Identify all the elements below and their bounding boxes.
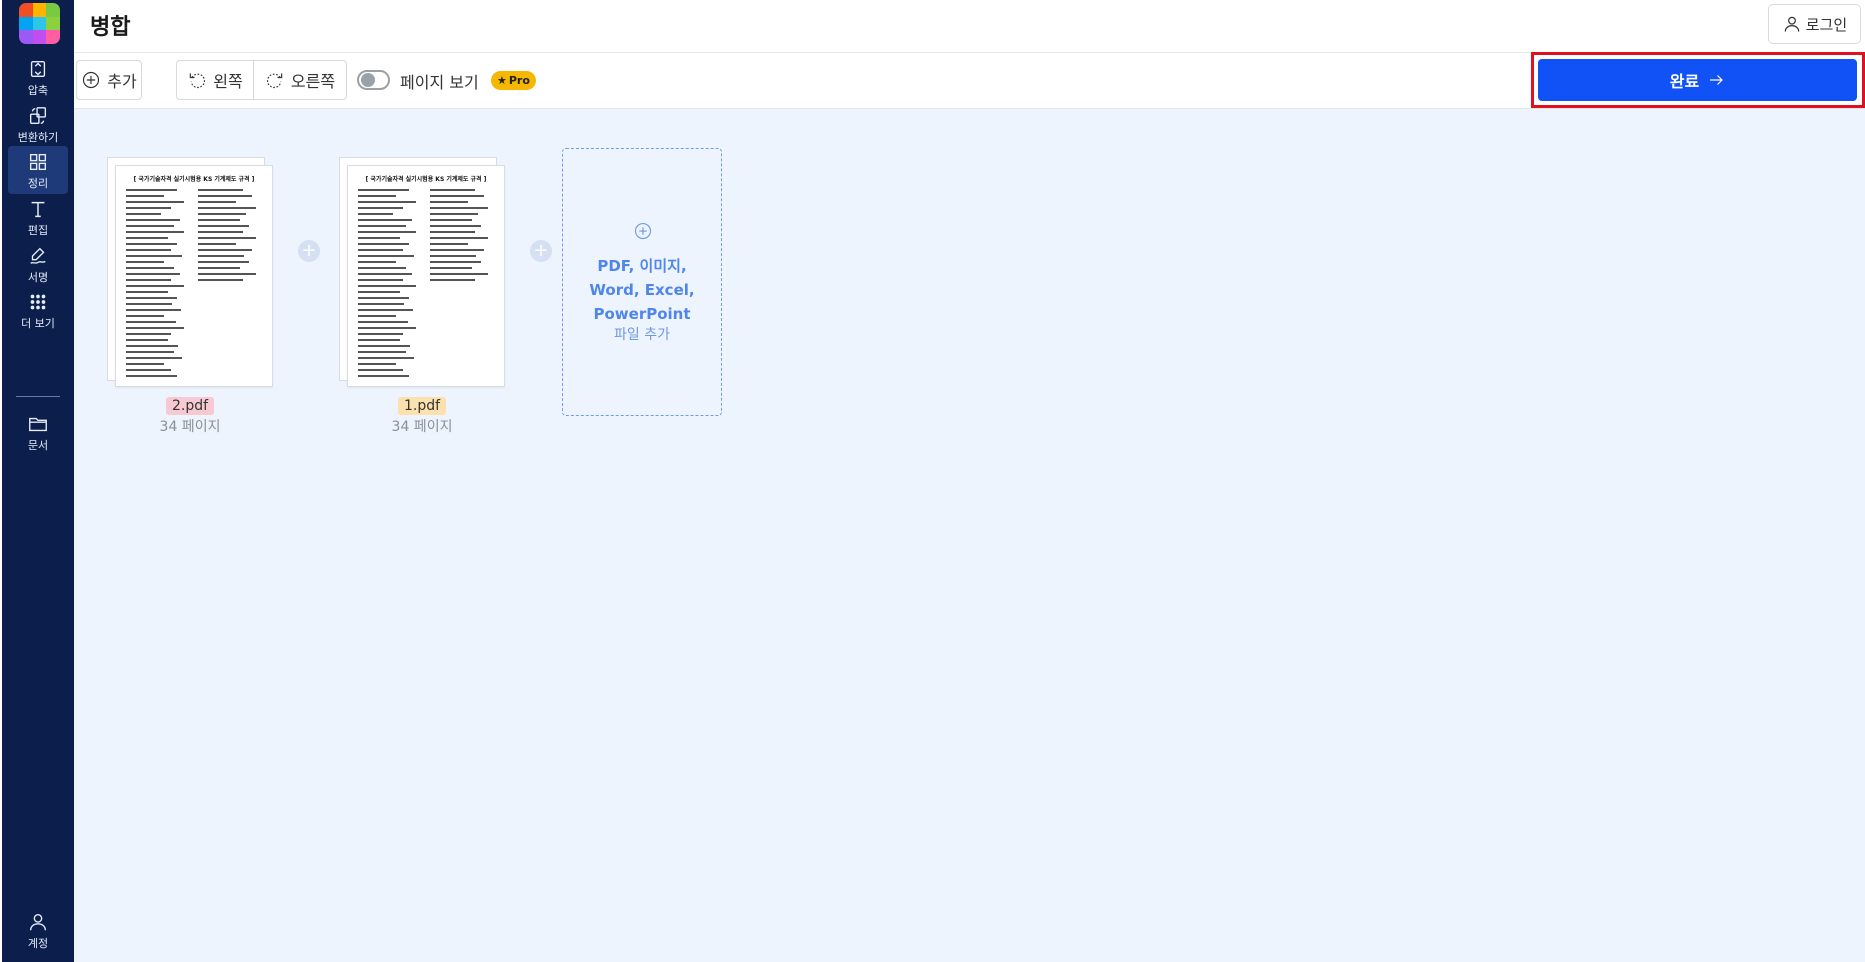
sidebar-item-label: 편집 [27,224,49,237]
rotate-right-icon [266,73,283,89]
rotate-right-label: 오른쪽 [290,72,336,91]
toggle-knob [361,73,375,87]
sidebar-item-label: 문서 [27,439,49,452]
rotate-left-icon [190,73,206,89]
sidebar-item-compress[interactable]: 압축 [8,53,68,101]
file-thumbnail[interactable]: [ 국가기술자격 실기시험용 KS 기계제도 규격 ] [339,157,505,387]
sidebar-item-label: 압축 [27,84,49,97]
convert-icon [29,107,47,125]
sidebar-item-label: 변환하기 [17,131,59,144]
add-label: 추가 [107,72,137,91]
file-page-count: 34 페이지 [391,419,453,435]
rotate-left-label: 왼쪽 [213,72,243,91]
file-name-tag: 2.pdf [165,397,215,415]
star-icon: ★ [497,74,507,87]
sidebar-item-label: 서명 [27,271,49,284]
file-page-count: 34 페이지 [159,419,221,435]
text-edit-icon [31,201,45,218]
sidebar-item-convert[interactable]: 변환하기 [8,100,68,148]
signature-icon [30,247,46,264]
sidebar-item-label: 계정 [27,937,49,950]
file-name-tag: 1.pdf [397,397,447,415]
add-file-label: 파일 추가 [614,327,670,343]
rotate-left-button[interactable]: 왼쪽 [176,60,254,100]
file-card[interactable]: [ 국가기술자격 실기시험용 KS 기계제도 규격 ] 1.pdf 34 페이지 [339,157,505,436]
sidebar-item-organize[interactable]: 정리 [8,146,68,194]
sidebar-item-documents[interactable]: 문서 [8,408,68,456]
page-title: 병합 [90,15,131,40]
login-label: 로그인 [1805,15,1848,34]
workspace: [ 국가기술자격 실기시험용 KS 기계제도 규격 ] 2.pdf 34 페이지… [74,109,1865,962]
sidebar-item-account[interactable]: 계정 [8,906,68,954]
add-file-button[interactable]: 추가 [76,60,142,100]
folder-icon [29,417,47,432]
pro-badge: ★ Pro [491,71,536,90]
insert-between-button[interactable]: + [298,240,320,262]
arrow-right-icon [1710,75,1724,85]
file-thumbnail[interactable]: [ 국가기술자격 실기시험용 KS 기계제도 규격 ] [107,157,273,387]
page-view-label: 페이지 보기 [400,73,479,92]
done-button[interactable]: 완료 [1538,59,1857,101]
page-preview: [ 국가기술자격 실기시험용 KS 기계제도 규격 ] [347,165,505,387]
file-card[interactable]: [ 국가기술자격 실기시험용 KS 기계제도 규격 ] 2.pdf 34 페이지 [107,157,273,436]
supported-types: PDF, 이미지, Word, Excel, PowerPoint [589,257,695,323]
plus-circle-icon [83,71,100,89]
user-icon [29,913,47,931]
grid-icon [29,153,47,171]
sidebar-item-sign[interactable]: 서명 [8,240,68,288]
insert-between-button[interactable]: + [530,240,552,262]
sidebar-item-more[interactable]: 더 보기 [8,286,68,334]
done-label: 완료 [1669,72,1700,91]
more-apps-icon [30,294,46,310]
user-icon [1784,16,1800,32]
pro-badge-label: Pro [508,74,530,87]
sidebar-item-label: 정리 [27,177,49,190]
page-preview: [ 국가기술자격 실기시험용 KS 기계제도 규격 ] [115,165,273,387]
compress-icon [30,60,46,78]
header: 병합 로그인 [74,0,1865,53]
rotate-right-button[interactable]: 오른쪽 [253,60,347,100]
sidebar-divider [16,396,60,397]
sidebar: 압축 변환하기 정리 편집 서명 더 보기 문서 계정 [2,0,74,962]
add-file-dropzone[interactable]: PDF, 이미지, Word, Excel, PowerPoint 파일 추가 [562,148,722,416]
plus-circle-icon [634,222,652,240]
login-button[interactable]: 로그인 [1768,4,1861,44]
app-logo[interactable] [19,3,60,44]
page-view-toggle[interactable] [357,70,390,90]
sidebar-item-edit[interactable]: 편집 [8,193,68,241]
sidebar-item-label: 더 보기 [21,317,55,330]
